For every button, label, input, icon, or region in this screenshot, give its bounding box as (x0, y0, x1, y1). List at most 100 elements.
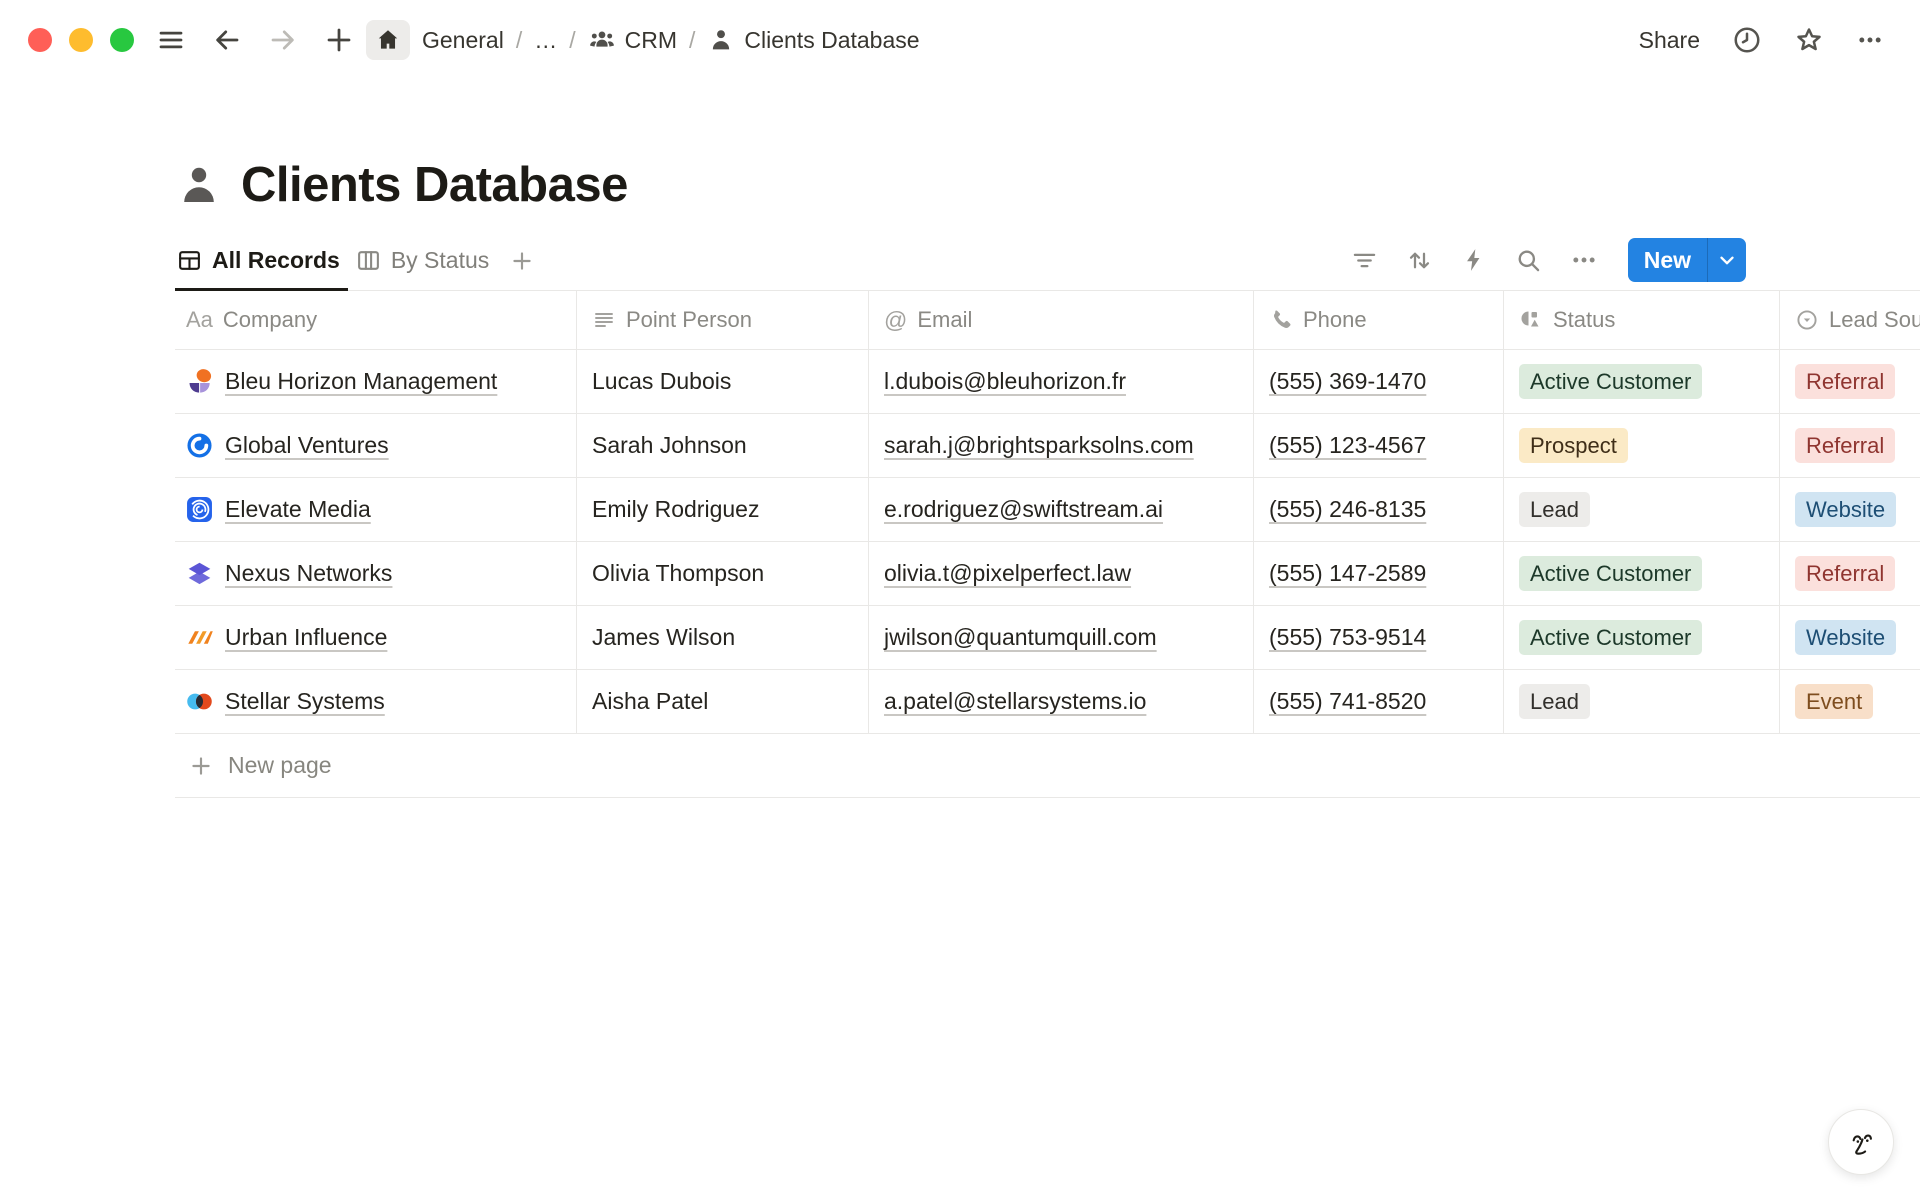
email-cell[interactable]: a.patel@stellarsystems.io (869, 670, 1254, 733)
venn-logo-icon (186, 688, 213, 715)
email-cell[interactable]: e.rodriguez@swiftstream.ai (869, 478, 1254, 541)
select-icon (1795, 308, 1819, 332)
page-title[interactable]: Clients Database (241, 157, 628, 213)
company-cell[interactable]: Urban Influence (175, 606, 577, 669)
pie-logo-icon (186, 368, 213, 395)
company-cell[interactable]: Nexus Networks (175, 542, 577, 605)
forward-icon[interactable] (268, 25, 298, 55)
point-person-cell[interactable]: Emily Rodriguez (577, 478, 869, 541)
status-cell[interactable]: Lead (1504, 670, 1780, 733)
point-person-cell[interactable]: Aisha Patel (577, 670, 869, 733)
phone-cell[interactable]: (555) 246-8135 (1254, 478, 1504, 541)
company-cell[interactable]: Stellar Systems (175, 670, 577, 733)
person-icon (707, 26, 735, 54)
breadcrumb-separator: / (516, 27, 522, 54)
table-row[interactable]: Global Ventures Sarah Johnson sarah.j@br… (175, 414, 1920, 478)
table-row[interactable]: Stellar Systems Aisha Patel a.patel@stel… (175, 670, 1920, 734)
breadcrumb-separator: / (689, 27, 695, 54)
status-cell[interactable]: Active Customer (1504, 350, 1780, 413)
new-page-row[interactable]: New page (175, 734, 1920, 798)
point-person-cell[interactable]: Sarah Johnson (577, 414, 869, 477)
column-header-lead-source[interactable]: Lead Source (1780, 291, 1920, 349)
lead-source-badge: Referral (1795, 364, 1895, 400)
status-cell[interactable]: Active Customer (1504, 542, 1780, 605)
email-cell[interactable]: olivia.t@pixelperfect.law (869, 542, 1254, 605)
status-icon (1519, 308, 1543, 332)
column-header-phone[interactable]: Phone (1254, 291, 1504, 349)
back-icon[interactable] (212, 25, 242, 55)
column-header-point-person[interactable]: Point Person (577, 291, 869, 349)
column-header-company[interactable]: Aa Company (175, 291, 577, 349)
table-header-row: Aa Company Point Person @ Email Phone (175, 291, 1920, 350)
email-cell[interactable]: jwilson@quantumquill.com (869, 606, 1254, 669)
lead-source-badge: Referral (1795, 428, 1895, 464)
company-cell[interactable]: Elevate Media (175, 478, 577, 541)
new-record-dropdown-chevron-icon[interactable] (1708, 238, 1746, 282)
add-view-button[interactable] (503, 248, 541, 290)
stripes-logo-icon (186, 624, 213, 651)
email-cell[interactable]: l.dubois@bleuhorizon.fr (869, 350, 1254, 413)
lead-source-badge: Event (1795, 684, 1873, 720)
table-icon (177, 248, 202, 273)
new-tab-icon[interactable] (324, 25, 354, 55)
maximize-window-button[interactable] (110, 28, 134, 52)
history-clock-icon[interactable] (1732, 25, 1762, 55)
new-record-button[interactable]: New (1628, 238, 1746, 282)
lead-source-cell[interactable]: Referral (1780, 350, 1920, 413)
at-icon: @ (884, 307, 907, 334)
view-more-icon[interactable] (1570, 246, 1598, 274)
breadcrumb-item-clients-database[interactable]: Clients Database (707, 26, 919, 54)
filter-icon[interactable] (1351, 247, 1378, 274)
more-options-icon[interactable] (1856, 26, 1884, 54)
breadcrumb-item-crm[interactable]: CRM (588, 26, 677, 54)
status-badge: Active Customer (1519, 364, 1702, 400)
lead-source-cell[interactable]: Referral (1780, 542, 1920, 605)
notion-ai-button[interactable] (1828, 1109, 1894, 1175)
close-window-button[interactable] (28, 28, 52, 52)
share-button[interactable]: Share (1639, 27, 1700, 54)
page-person-icon[interactable] (175, 161, 223, 209)
breadcrumb-item-collapsed[interactable]: … (534, 27, 557, 54)
company-cell[interactable]: Bleu Horizon Management (175, 350, 577, 413)
phone-cell[interactable]: (555) 369-1470 (1254, 350, 1504, 413)
favorite-star-icon[interactable] (1794, 25, 1824, 55)
phone-cell[interactable]: (555) 753-9514 (1254, 606, 1504, 669)
phone-cell[interactable]: (555) 147-2589 (1254, 542, 1504, 605)
table-row[interactable]: Urban Influence James Wilson jwilson@qua… (175, 606, 1920, 670)
lead-source-cell[interactable]: Website (1780, 478, 1920, 541)
lead-source-cell[interactable]: Referral (1780, 414, 1920, 477)
email-cell[interactable]: sarah.j@brightsparksolns.com (869, 414, 1254, 477)
lead-source-cell[interactable]: Event (1780, 670, 1920, 733)
minimize-window-button[interactable] (69, 28, 93, 52)
status-cell[interactable]: Active Customer (1504, 606, 1780, 669)
sidebar-toggle-icon[interactable] (156, 25, 186, 55)
status-cell[interactable]: Lead (1504, 478, 1780, 541)
company-cell[interactable]: Global Ventures (175, 414, 577, 477)
sort-icon[interactable] (1406, 247, 1433, 274)
plus-icon (509, 248, 535, 274)
automations-zap-icon[interactable] (1461, 247, 1487, 273)
lead-source-cell[interactable]: Website (1780, 606, 1920, 669)
view-tabs-bar: All Records By Status New (175, 232, 1746, 290)
lead-source-badge: Website (1795, 620, 1896, 656)
search-icon[interactable] (1515, 247, 1542, 274)
breadcrumb-item-general[interactable]: General (422, 27, 504, 54)
table-row[interactable]: Nexus Networks Olivia Thompson olivia.t@… (175, 542, 1920, 606)
point-person-cell[interactable]: Lucas Dubois (577, 350, 869, 413)
notion-face-icon (1843, 1124, 1879, 1160)
status-cell[interactable]: Prospect (1504, 414, 1780, 477)
window-titlebar: General / … / CRM / Clients Database Sha… (0, 0, 1920, 80)
point-person-cell[interactable]: Olivia Thompson (577, 542, 869, 605)
phone-cell[interactable]: (555) 741-8520 (1254, 670, 1504, 733)
swirl-logo-icon (186, 432, 213, 459)
tab-by-status[interactable]: By Status (354, 247, 503, 290)
tab-all-records[interactable]: All Records (175, 247, 354, 290)
column-header-email[interactable]: @ Email (869, 291, 1254, 349)
table-row[interactable]: Elevate Media Emily Rodriguez e.rodrigue… (175, 478, 1920, 542)
phone-cell[interactable]: (555) 123-4567 (1254, 414, 1504, 477)
table-row[interactable]: Bleu Horizon Management Lucas Dubois l.d… (175, 350, 1920, 414)
column-header-status[interactable]: Status (1504, 291, 1780, 349)
point-person-cell[interactable]: James Wilson (577, 606, 869, 669)
status-badge: Prospect (1519, 428, 1628, 464)
home-icon[interactable] (366, 20, 410, 60)
